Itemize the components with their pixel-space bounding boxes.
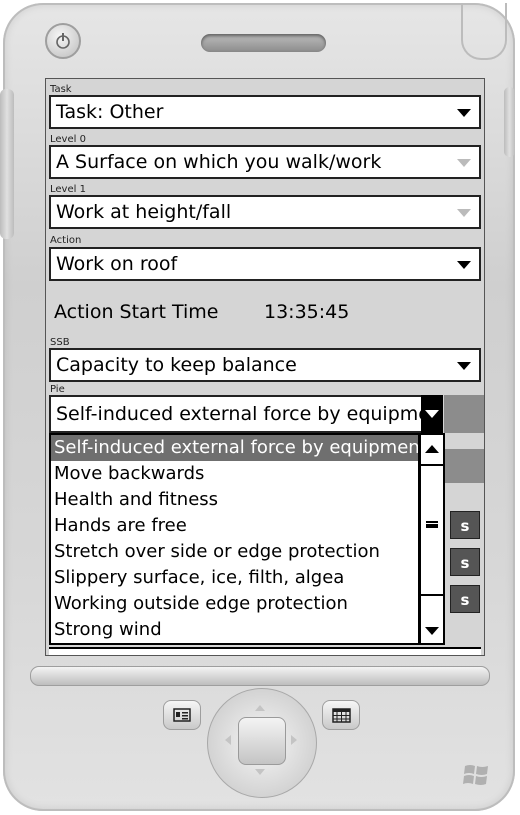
ssb-label: SSB [50, 337, 70, 348]
list-item[interactable]: Move backwards [51, 461, 418, 487]
list-item[interactable]: Stretch over side or edge protection [51, 539, 418, 565]
right-side-button[interactable] [504, 87, 515, 157]
level0-combobox[interactable]: A Surface on which you walk/work [49, 145, 481, 179]
chevron-down-icon [425, 410, 439, 418]
background-panel [444, 449, 484, 483]
soft-key-bar[interactable] [30, 666, 490, 686]
action-combobox[interactable]: Work on roof [49, 247, 481, 281]
action-value: Work on roof [56, 253, 178, 275]
scroll-up-arrow-icon[interactable] [425, 445, 439, 453]
power-button[interactable] [45, 23, 81, 59]
task-value: Task: Other [56, 101, 164, 123]
list-item[interactable]: Working outside edge protection [51, 591, 418, 617]
pie-value: Self-induced external force by equipment [56, 403, 441, 425]
dpad-down-icon[interactable] [255, 769, 265, 775]
device-screen: Task Task: Other Level 0 A Surface on wh… [45, 78, 485, 656]
action-label: Action [50, 235, 82, 246]
pie-label: Pie [50, 384, 65, 395]
side-s-button-1[interactable]: s [450, 511, 480, 539]
level1-value: Work at height/fall [56, 201, 232, 223]
power-icon [56, 33, 70, 49]
list-item[interactable]: Strong wind [51, 617, 418, 643]
contact-card-icon [173, 708, 191, 722]
contacts-button[interactable] [163, 700, 201, 730]
side-s-button-2[interactable]: s [450, 548, 480, 576]
stylus-slot [461, 3, 507, 60]
level1-combobox[interactable]: Work at height/fall [49, 195, 481, 229]
scroll-thumb[interactable] [421, 464, 443, 596]
ssb-value: Capacity to keep balance [56, 354, 297, 376]
level0-value: A Surface on which you walk/work [56, 151, 382, 173]
windows-logo-icon [463, 765, 488, 785]
dpad-center-button[interactable] [238, 717, 286, 765]
action-start-time-value: 13:35:45 [264, 301, 350, 323]
dpad-left-icon[interactable] [225, 735, 231, 745]
chevron-down-icon [457, 362, 471, 370]
list-scrollbar[interactable] [419, 433, 445, 645]
calendar-grid-icon [332, 708, 351, 723]
ssb-combobox[interactable]: Capacity to keep balance [49, 348, 481, 382]
list-item[interactable]: Slippery surface, ice, filth, algea [51, 565, 418, 591]
side-s-button-3[interactable]: s [450, 585, 480, 613]
level0-label: Level 0 [50, 134, 86, 145]
chevron-down-icon [457, 209, 471, 217]
chevron-down-icon [457, 261, 471, 269]
list-item[interactable]: Self-induced external force by equipment [51, 435, 418, 461]
level1-label: Level 1 [50, 184, 86, 195]
task-label: Task [50, 84, 72, 95]
chevron-down-icon [457, 109, 471, 117]
calendar-button[interactable] [322, 700, 360, 730]
speaker-grille [201, 34, 326, 52]
pie-combobox[interactable]: Self-induced external force by equipment [49, 395, 441, 433]
pie-dropdown-button[interactable] [421, 395, 443, 433]
dpad-up-icon[interactable] [255, 705, 265, 711]
scroll-down-arrow-icon[interactable] [425, 627, 439, 635]
background-panel [444, 395, 484, 433]
scroll-grip-icon [426, 521, 438, 528]
dpad-right-icon[interactable] [291, 735, 297, 745]
chevron-down-icon [457, 159, 471, 167]
bottom-toolbar [49, 647, 481, 655]
pie-options-list[interactable]: Self-induced external force by equipment… [49, 433, 420, 645]
task-combobox[interactable]: Task: Other [49, 95, 481, 129]
left-side-button[interactable] [0, 89, 14, 239]
list-item[interactable]: Health and fitness [51, 487, 418, 513]
list-item[interactable]: Hands are free [51, 513, 418, 539]
action-start-time-label: Action Start Time [54, 301, 219, 323]
